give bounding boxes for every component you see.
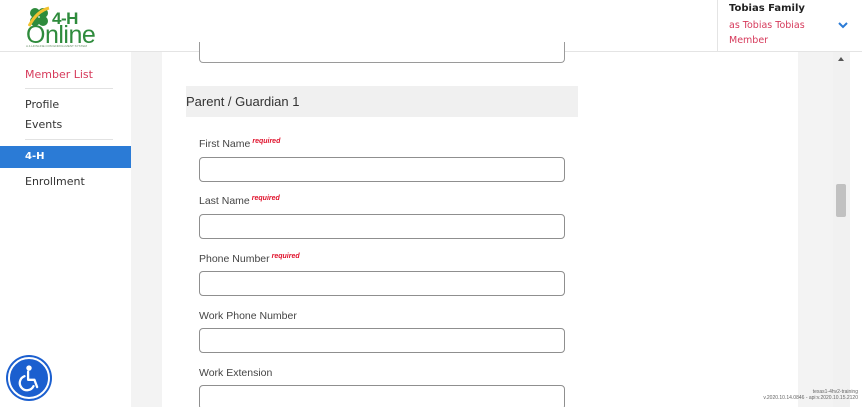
first-name-input[interactable] (199, 157, 565, 182)
phone-number-label: Phone Number required (199, 253, 300, 265)
sidebar-item-member-list[interactable]: Member List (0, 64, 131, 86)
work-phone-input[interactable] (199, 328, 565, 353)
sidebar-divider (25, 139, 113, 140)
work-phone-label: Work Phone Number (199, 310, 297, 322)
user-menu[interactable]: Tobias Family as Tobias Tobias Member (717, 0, 862, 52)
section-header: Parent / Guardian 1 (186, 86, 578, 117)
last-name-label-text: Last Name (199, 195, 250, 207)
chevron-down-icon[interactable] (837, 20, 849, 30)
sidebar-item-profile[interactable]: Profile (0, 94, 131, 116)
sidebar-item-4h[interactable]: 4-H (0, 146, 131, 168)
4h-online-logo[interactable]: 4-H Online A 4-HONLINE.COM ENROLLMENT SY… (26, 6, 96, 48)
user-family-name: Tobias Family (729, 3, 805, 14)
required-marker: required (252, 138, 281, 145)
user-role: Member (729, 35, 769, 46)
page-scrollbar[interactable] (833, 52, 850, 407)
accessibility-button[interactable] (8, 357, 50, 399)
sidebar-item-events[interactable]: Events (0, 114, 131, 136)
work-extension-label: Work Extension (199, 367, 273, 379)
phone-number-input[interactable] (199, 271, 565, 296)
scroll-up-arrow-icon[interactable] (838, 57, 844, 61)
scrollbar-thumb[interactable] (836, 184, 846, 217)
required-marker: required (251, 195, 280, 202)
accessibility-icon (18, 365, 39, 392)
previous-field-input[interactable] (199, 42, 565, 63)
phone-number-label-text: Phone Number (199, 253, 270, 265)
user-acting-as: as Tobias Tobias (729, 20, 805, 31)
logo-tagline: A 4-HONLINE.COM ENROLLMENT SYSTEM (26, 44, 87, 48)
first-name-label: First Name required (199, 138, 280, 150)
last-name-input[interactable] (199, 214, 565, 239)
version-build: v.2020.10.14.0846 - api:v.2020.10.15.212… (763, 395, 858, 401)
section-title: Parent / Guardian 1 (186, 94, 300, 109)
sidebar-item-enrollment[interactable]: Enrollment (0, 171, 131, 193)
work-extension-input[interactable] (199, 385, 565, 407)
version-info: texas1-4hv2-training v.2020.10.14.0846 -… (763, 389, 858, 401)
required-marker: required (271, 253, 300, 260)
sidebar-nav: Member List Profile Events 4-H Enrollmen… (0, 52, 131, 407)
sidebar-divider (25, 88, 113, 89)
last-name-label: Last Name required (199, 195, 280, 207)
first-name-label-text: First Name (199, 138, 251, 150)
